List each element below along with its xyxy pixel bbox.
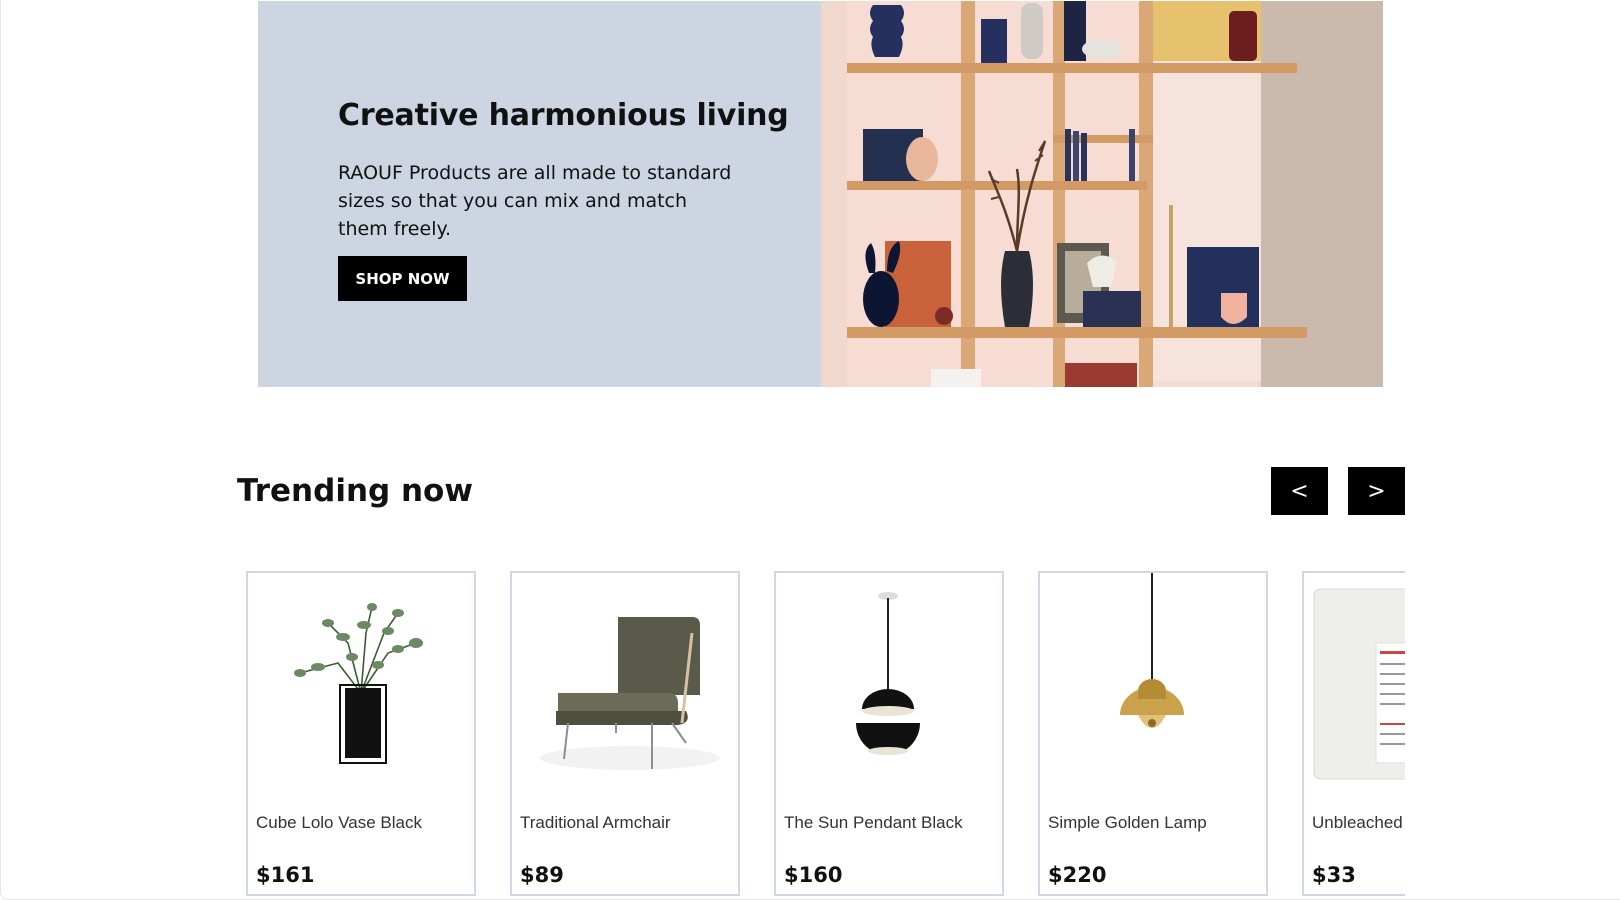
product-carousel: Cube Lolo Vase Black $161 Traditional Ar… xyxy=(246,571,1405,897)
carousel-next-button[interactable]: > xyxy=(1348,467,1405,515)
product-card[interactable]: Traditional Armchair $89 xyxy=(510,571,740,896)
product-name: Cube Lolo Vase Black xyxy=(256,813,423,832)
golden-lamp-image xyxy=(1040,573,1266,788)
product-price: $89 xyxy=(520,863,564,887)
cotton-pads-image xyxy=(1304,573,1405,788)
product-card[interactable]: Simple Golden Lamp $220 xyxy=(1038,571,1268,896)
armchair-image xyxy=(512,573,738,788)
hero-text-panel: Creative harmonious living RAOUF Product… xyxy=(258,1,821,387)
hero-title: Creative harmonious living xyxy=(338,98,789,133)
product-name: Unbleached xyxy=(1312,813,1403,832)
pendant-lamp-image xyxy=(776,573,1002,788)
product-name: The Sun Pendant Black xyxy=(784,813,963,832)
vase-plant-image xyxy=(248,573,474,788)
carousel-prev-button[interactable]: < xyxy=(1271,467,1328,515)
shop-now-button[interactable]: SHOP NOW xyxy=(338,256,467,301)
shelf-photo xyxy=(821,1,1383,387)
hero-banner: Creative harmonious living RAOUF Product… xyxy=(258,1,1383,387)
section-title-trending: Trending now xyxy=(237,473,473,509)
product-name: Traditional Armchair xyxy=(520,813,671,832)
product-card[interactable]: Unbleached $33 xyxy=(1302,571,1405,896)
product-price: $161 xyxy=(256,863,315,887)
product-name: Simple Golden Lamp xyxy=(1048,813,1207,832)
product-card[interactable]: The Sun Pendant Black $160 xyxy=(774,571,1004,896)
product-price: $220 xyxy=(1048,863,1107,887)
hero-description: RAOUF Products are all made to standard … xyxy=(338,162,732,240)
product-card[interactable]: Cube Lolo Vase Black $161 xyxy=(246,571,476,896)
product-price: $33 xyxy=(1312,863,1356,887)
hero-image-shelf xyxy=(821,1,1383,387)
product-price: $160 xyxy=(784,863,843,887)
